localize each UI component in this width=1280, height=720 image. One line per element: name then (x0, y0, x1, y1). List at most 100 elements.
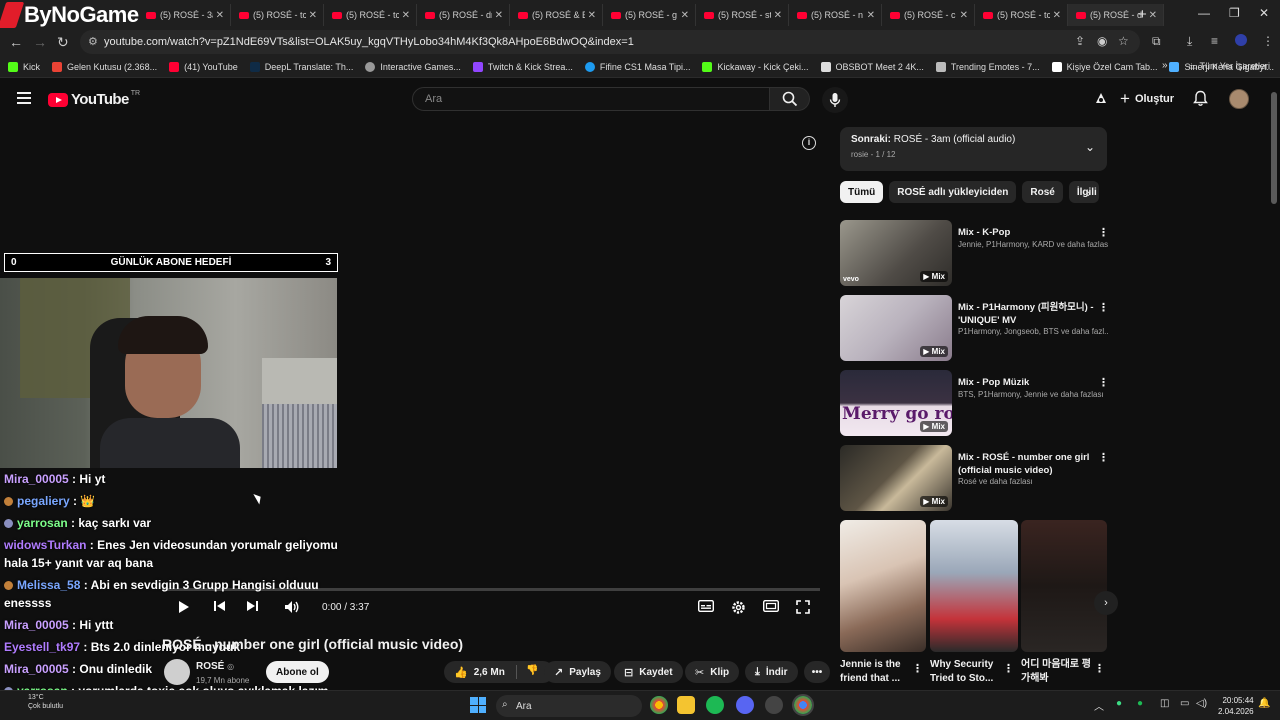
browser-tab[interactable]: (5) ROSÉ - tc ✕ (975, 4, 1068, 26)
bookmark-item[interactable]: DeepL Translate: Th... (249, 61, 353, 72)
page-scrollbar[interactable] (1271, 92, 1277, 204)
hamburger-menu-icon[interactable] (17, 92, 31, 104)
bookmark-item[interactable]: Kişiye Özel Cam Tab... (1051, 61, 1157, 72)
back-icon[interactable]: ← (9, 34, 23, 50)
info-icon[interactable]: i (802, 136, 816, 150)
reload-icon[interactable]: ↻ (57, 34, 69, 51)
close-tab-icon[interactable]: ✕ (1053, 10, 1061, 21)
browser-tab[interactable]: (5) ROSÉ - 3a ✕ (138, 4, 231, 26)
more-options-icon[interactable]: ⋮ (1098, 301, 1109, 314)
chip-related[interactable]: İlgili (1068, 181, 1099, 203)
fullscreen-icon[interactable] (796, 600, 810, 614)
recommendation-item[interactable]: ▶ Mix Mix - P1Harmony (피원하모니) - 'UNIQUE'… (840, 295, 1109, 363)
like-icon[interactable]: 👍 (454, 666, 468, 679)
tray-app-icon[interactable]: ● (1116, 698, 1122, 709)
bookmark-item[interactable]: Kickaway - Kick Çeki... (702, 61, 809, 72)
new-tab-icon[interactable]: + (1138, 6, 1147, 23)
recommendation-item[interactable]: vevo ▶ Mix Mix - K-Pop Jennie, P1Harmony… (840, 220, 1109, 288)
download-button[interactable]: ⤓ İndir (745, 661, 798, 683)
bookmark-item[interactable]: Interactive Games... (365, 61, 461, 72)
browser-tab[interactable]: (5) ROSÉ & B ✕ (510, 4, 603, 26)
windows-start-icon[interactable] (470, 697, 486, 713)
next-icon[interactable] (246, 600, 258, 612)
bookmark-item[interactable]: Trending Emotes - 7... (935, 61, 1040, 72)
download-icon[interactable]: ⤓ (1187, 34, 1192, 49)
browser-tab[interactable]: (5) ROSÉ - d ✕ (1068, 4, 1164, 26)
save-button[interactable]: ⊟ Kaydet (614, 661, 683, 683)
playlist-header[interactable]: Sonraki: ROSÉ - 3am (official audio) ros… (840, 127, 1107, 171)
chevron-down-icon[interactable]: ⌄ (1085, 140, 1095, 154)
more-options-icon[interactable]: ⋮ (1098, 451, 1109, 464)
share-button[interactable]: ↗ Paylaş (544, 661, 611, 683)
site-info-icon[interactable]: ⚙ (88, 35, 98, 48)
menu-kebab-icon[interactable]: ⋮ (1262, 34, 1274, 48)
file-explorer-icon[interactable] (677, 696, 695, 714)
address-bar[interactable]: ⚙ youtube.com/watch?v=pZ1NdE69VTs&list=O… (80, 30, 1140, 54)
more-actions-button[interactable]: ••• (804, 661, 830, 683)
short-title[interactable]: Why Security Tried to Sto... (930, 658, 1002, 686)
subtitles-icon[interactable] (698, 600, 714, 612)
rec-title[interactable]: Mix - Pop Müzik (958, 376, 1096, 389)
all-bookmarks[interactable]: ▭ Tüm Yer İşaretleri (1189, 61, 1270, 72)
browser-tab[interactable]: (5) ROSÉ - st ✕ (696, 4, 789, 26)
like-count[interactable]: 2,6 Mn (474, 667, 505, 678)
theater-mode-icon[interactable] (763, 600, 779, 612)
notifications-bell-icon[interactable] (1193, 90, 1208, 107)
tray-app-icon[interactable]: ◫ (1160, 698, 1169, 709)
short-thumbnail[interactable] (1021, 520, 1107, 652)
voice-search-button[interactable] (822, 87, 848, 113)
rec-title[interactable]: Mix - K-Pop (958, 226, 1096, 239)
more-options-icon[interactable]: ⋮ (1098, 376, 1109, 389)
search-button[interactable] (770, 87, 810, 111)
volume-icon[interactable] (284, 600, 300, 614)
browser-tab[interactable]: (5) ROSÉ - tc ✕ (231, 4, 324, 26)
spotify-tray-icon[interactable]: ● (1137, 698, 1143, 709)
close-tab-icon[interactable]: ✕ (309, 10, 317, 21)
rec-title[interactable]: Mix - ROSÉ - number one girl (official m… (958, 451, 1096, 477)
network-icon[interactable]: ▭ (1180, 698, 1189, 709)
short-title[interactable]: 어디 마음대로 평가해봐 (1021, 658, 1093, 686)
channel-avatar[interactable] (164, 659, 190, 685)
chevron-right-icon[interactable]: › (1087, 188, 1091, 200)
short-title[interactable]: Jennie is the friend that ... (840, 658, 912, 686)
discord-icon[interactable] (736, 696, 754, 714)
browser-tab[interactable]: (5) ROSÉ - g ✕ (603, 4, 696, 26)
close-tab-icon[interactable]: ✕ (774, 10, 782, 21)
chip-uploader[interactable]: ROSÉ adlı yükleyiciden (889, 181, 1017, 203)
rec-title[interactable]: Mix - P1Harmony (피원하모니) - 'UNIQUE' MV (958, 301, 1096, 327)
bookmarks-overflow-icon[interactable]: » (1162, 60, 1168, 71)
taskbar-search[interactable]: ⌕ Ara (496, 695, 642, 717)
search-input[interactable]: Ara (412, 87, 770, 111)
bookmark-item[interactable]: OBSBOT Meet 2 4K... (820, 61, 924, 72)
browser-tab[interactable]: (5) ROSÉ - dr ✕ (417, 4, 510, 26)
close-tab-icon[interactable]: ✕ (960, 10, 968, 21)
chip-all[interactable]: Tümü (840, 181, 884, 203)
short-thumbnail[interactable] (840, 520, 926, 652)
close-tab-icon[interactable]: ✕ (1149, 10, 1157, 21)
create-button[interactable]: + Oluştur (1120, 89, 1174, 109)
close-tab-icon[interactable]: ✕ (867, 10, 875, 21)
tracking-off-icon[interactable]: ◉ (1097, 34, 1107, 48)
spotify-icon[interactable] (706, 696, 724, 714)
live-cast-icon[interactable] (1093, 91, 1109, 107)
browser-tab[interactable]: (5) ROSÉ - c ✕ (882, 4, 975, 26)
video-thumbnail[interactable]: Merry go round ▶ Mix (840, 370, 952, 436)
bookmark-item[interactable]: Gelen Kutusu (2.368... (52, 61, 157, 72)
weather-widget[interactable]: 13°C Çok bulutlu (10, 693, 63, 711)
video-thumbnail[interactable]: ▶ Mix (840, 445, 952, 511)
bookmark-star-icon[interactable]: ☆ (1118, 34, 1129, 48)
more-options-icon[interactable]: ⋮ (912, 662, 923, 675)
close-window-icon[interactable]: ✕ (1259, 6, 1269, 20)
previous-icon[interactable] (214, 600, 226, 612)
recommendation-item[interactable]: Merry go round ▶ Mix Mix - Pop Müzik BTS… (840, 370, 1109, 438)
close-tab-icon[interactable]: ✕ (216, 10, 224, 21)
clip-button[interactable]: ✂ Klip (685, 661, 740, 683)
steam-icon[interactable] (765, 696, 783, 714)
bookmark-item[interactable]: Twitch & Kick Strea... (472, 61, 573, 72)
recommendation-item[interactable]: ▶ Mix Mix - ROSÉ - number one girl (offi… (840, 445, 1109, 513)
settings-gear-icon[interactable] (731, 600, 746, 615)
chrome-active-icon[interactable] (792, 694, 814, 716)
chrome-icon[interactable] (650, 696, 668, 714)
bookmark-item[interactable]: (41) YouTube (169, 61, 238, 72)
close-tab-icon[interactable]: ✕ (681, 10, 689, 21)
